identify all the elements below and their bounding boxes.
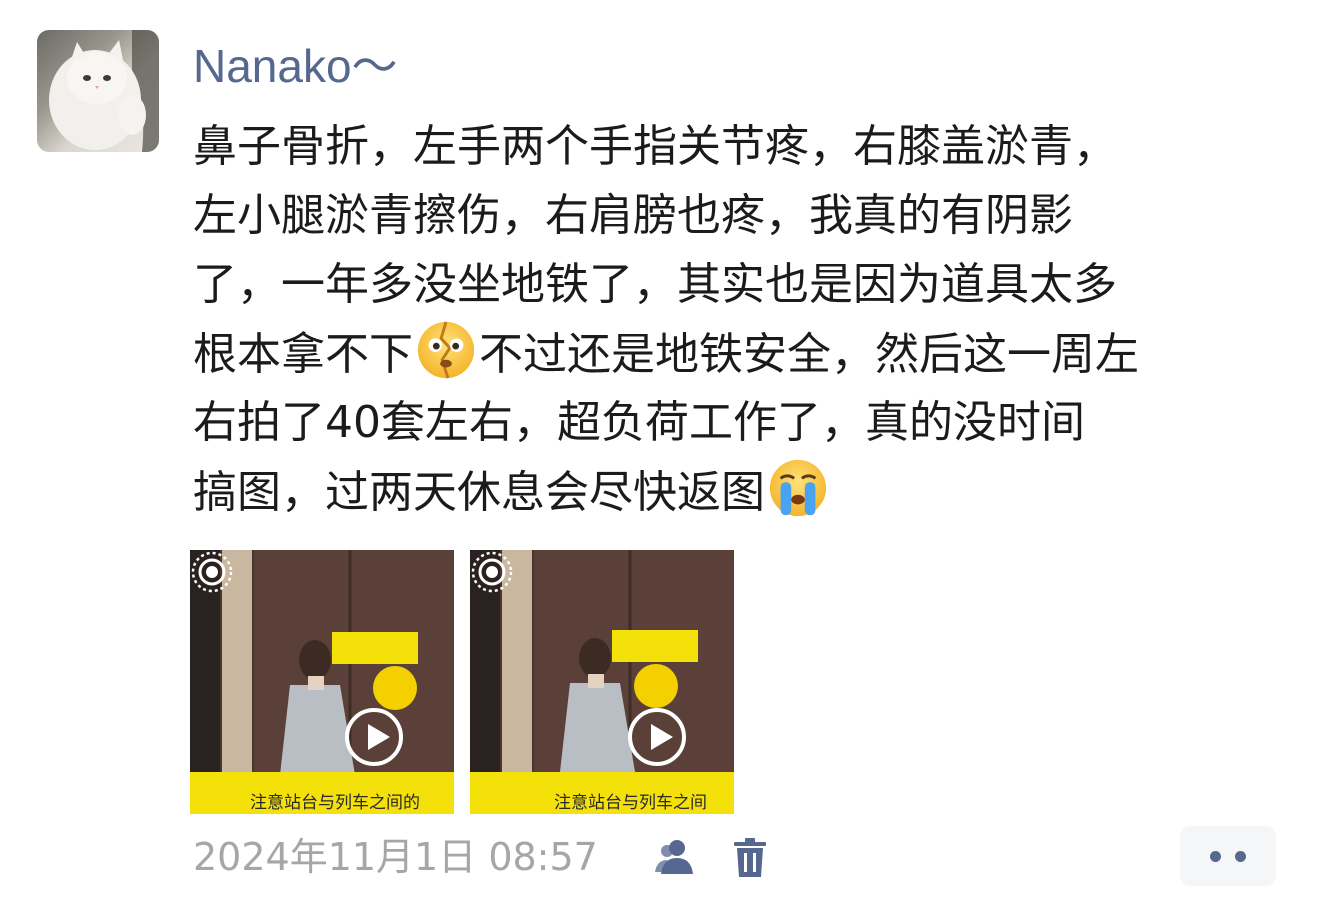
post-text-line: 左小腿淤青擦伤，右肩膀也疼，我真的有阴影	[193, 190, 1073, 241]
post-text-segment: 根本拿不下	[193, 329, 413, 380]
more-dots-icon	[1210, 851, 1221, 862]
live-photo-thumbnail[interactable]: 注意站台与列车之间	[470, 550, 734, 814]
author-name[interactable]: Nanako～	[193, 36, 398, 96]
play-button[interactable]	[628, 708, 686, 766]
post-text-line: 了，一年多没坐地铁了，其实也是因为道具太多	[193, 259, 1117, 310]
more-actions-button[interactable]	[1180, 826, 1276, 886]
sign-text: 注意站台与列车之间的	[250, 793, 420, 813]
post-text-line: 根本拿不下 不过还是地铁安全，然后这一周左	[193, 319, 1293, 388]
visibility-people-icon[interactable]	[653, 836, 697, 880]
post-text-line: 搞图，过两天休息会尽快返图	[193, 457, 1293, 526]
post-text-line: 右拍了40套左右，超负荷工作了，真的没时间	[193, 397, 1085, 448]
post-text: 鼻子骨折，左手两个手指关节疼，右膝盖淤青， 左小腿淤青擦伤，右肩膀也疼，我真的有…	[193, 112, 1293, 526]
sign-text: 注意站台与列车之间	[554, 793, 707, 813]
cat-avatar-image	[49, 30, 159, 152]
post-timestamp: 2024年11月1日 08:57	[193, 835, 598, 879]
trash-icon[interactable]	[728, 836, 772, 880]
more-dots-icon	[1235, 851, 1246, 862]
post-text-segment: 不过还是地铁安全，然后这一周左	[479, 329, 1139, 380]
live-photo-icon	[191, 551, 233, 593]
post-text-segment: 搞图，过两天休息会尽快返图	[193, 467, 765, 518]
live-photo-thumbnail[interactable]: 注意站台与列车之间的	[190, 550, 454, 814]
live-photo-icon	[471, 551, 513, 593]
broken-heart-face-emoji	[417, 321, 475, 379]
crying-face-emoji	[769, 459, 827, 517]
author-avatar[interactable]	[37, 30, 159, 152]
post-text-line: 鼻子骨折，左手两个手指关节疼，右膝盖淤青，	[193, 121, 1117, 172]
play-button[interactable]	[345, 708, 403, 766]
